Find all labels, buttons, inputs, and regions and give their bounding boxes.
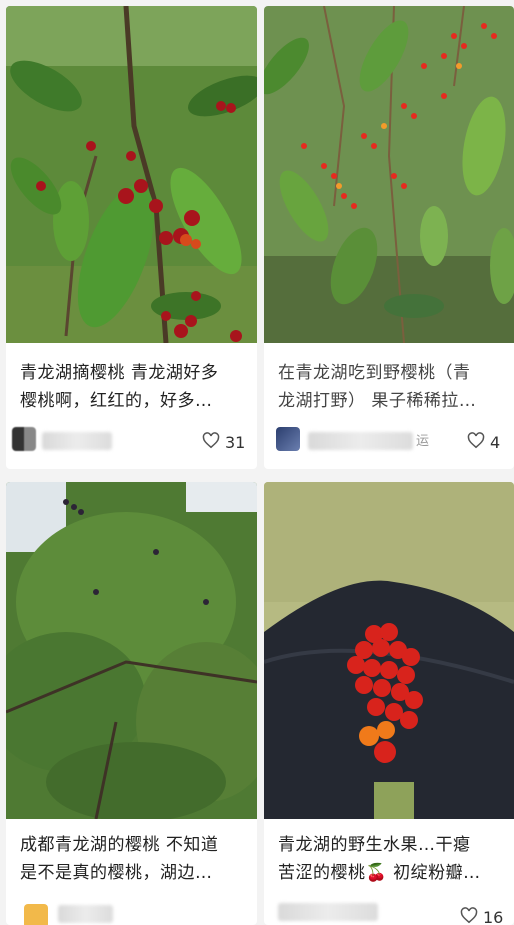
heart-outline-icon [467, 432, 485, 453]
heart-outline-icon [202, 432, 220, 453]
avatar[interactable] [276, 427, 300, 451]
like-count: 16 [483, 908, 504, 925]
author-name[interactable] [308, 432, 413, 450]
like-button[interactable]: 4 [467, 432, 500, 453]
post-title-line-1[interactable]: 在青龙湖吃到野樱桃（青 [278, 359, 504, 387]
post-image-cherry-tree[interactable] [6, 6, 257, 343]
post-title-line-1[interactable]: 青龙湖的野生水果…干瘪 [278, 831, 504, 859]
post-title-line-2[interactable]: 是不是真的樱桃，湖边… [20, 859, 247, 887]
post-image-wild-cherry[interactable] [264, 6, 514, 343]
author-name[interactable] [42, 432, 112, 450]
author-name[interactable] [278, 903, 378, 921]
avatar[interactable] [12, 427, 36, 451]
post-card-2[interactable]: 在青龙湖吃到野樱桃（青 龙湖打野） 果子稀稀拉… 运 4 [264, 6, 514, 469]
post-image-cherry-tree-canopy[interactable] [6, 482, 257, 819]
post-title-line-2[interactable]: 龙湖打野） 果子稀稀拉… [278, 387, 504, 415]
post-card-3[interactable]: 成都青龙湖的樱桃 不知道 是不是真的樱桃，湖边… [6, 482, 257, 925]
post-title-line-2[interactable]: 苦涩的樱桃🍒 初绽粉瓣… [278, 859, 504, 887]
post-title-line-2[interactable]: 樱桃啊，红红的，好多… [20, 387, 247, 415]
avatar[interactable] [24, 904, 48, 925]
author-name[interactable] [58, 905, 113, 923]
like-count: 4 [490, 433, 501, 452]
post-title-line-1[interactable]: 成都青龙湖的樱桃 不知道 [20, 831, 247, 859]
post-image-cherries-in-hand[interactable] [264, 482, 514, 819]
like-button[interactable]: 16 [460, 907, 503, 925]
post-card-4[interactable]: 青龙湖的野生水果…干瘪 苦涩的樱桃🍒 初绽粉瓣… 16 [264, 482, 514, 925]
author-name-suffix: 运 [416, 434, 430, 449]
post-card-1[interactable]: 青龙湖摘樱桃 青龙湖好多 樱桃啊，红红的，好多… 31 [6, 6, 257, 469]
post-title-line-1[interactable]: 青龙湖摘樱桃 青龙湖好多 [20, 359, 247, 387]
like-button[interactable]: 31 [202, 432, 245, 453]
heart-outline-icon [460, 907, 478, 925]
like-count: 31 [225, 433, 246, 452]
